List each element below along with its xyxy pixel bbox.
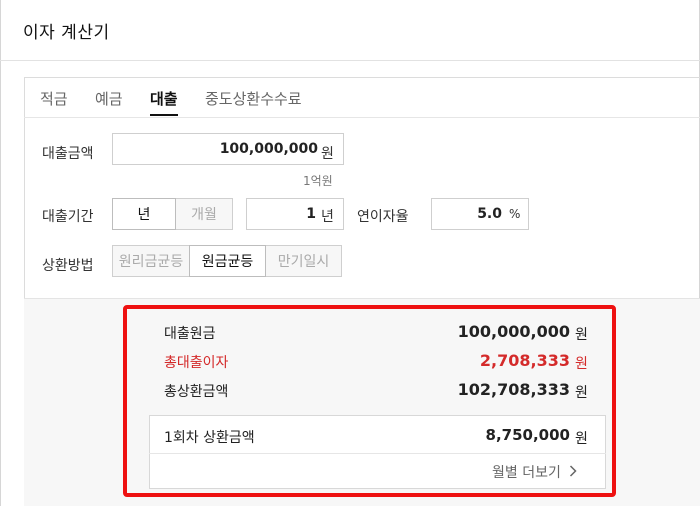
period-unit-year-button[interactable]: 년 [112, 198, 176, 230]
tab-deposit[interactable]: 예금 [95, 88, 123, 109]
period-unit-month-button[interactable]: 개월 [175, 198, 233, 230]
repayment-method-label: 상환방법 [42, 258, 94, 274]
tabs-divider [24, 117, 700, 118]
app-title: 이자 계산기 [23, 23, 110, 43]
repayment-equal-principal-button[interactable]: 원금균등 [189, 245, 266, 277]
loan-period-value: 1 [306, 206, 316, 222]
loan-amount-unit: 원 [321, 146, 334, 162]
tab-savings[interactable]: 적금 [40, 88, 68, 109]
loan-amount-hint: 1억원 [303, 174, 333, 188]
loan-amount-label: 대출금액 [42, 146, 94, 162]
repayment-bullet-button[interactable]: 만기일시 [265, 245, 342, 277]
interest-rate-unit: % [509, 207, 521, 221]
loan-amount-value: 100,000,000 [219, 141, 318, 157]
repayment-equal-installment-button[interactable]: 원리금균등 [112, 245, 190, 277]
title-divider [0, 60, 700, 61]
tab-loan[interactable]: 대출 [150, 88, 178, 116]
loan-period-label: 대출기간 [42, 209, 94, 225]
loan-period-unit: 년 [321, 209, 334, 225]
interest-rate-value: 5.0 [477, 206, 502, 222]
results-highlight-box [123, 305, 616, 497]
interest-rate-label: 연이자율 [357, 209, 409, 225]
tab-prepayment-fee[interactable]: 중도상환수수료 [205, 88, 302, 109]
